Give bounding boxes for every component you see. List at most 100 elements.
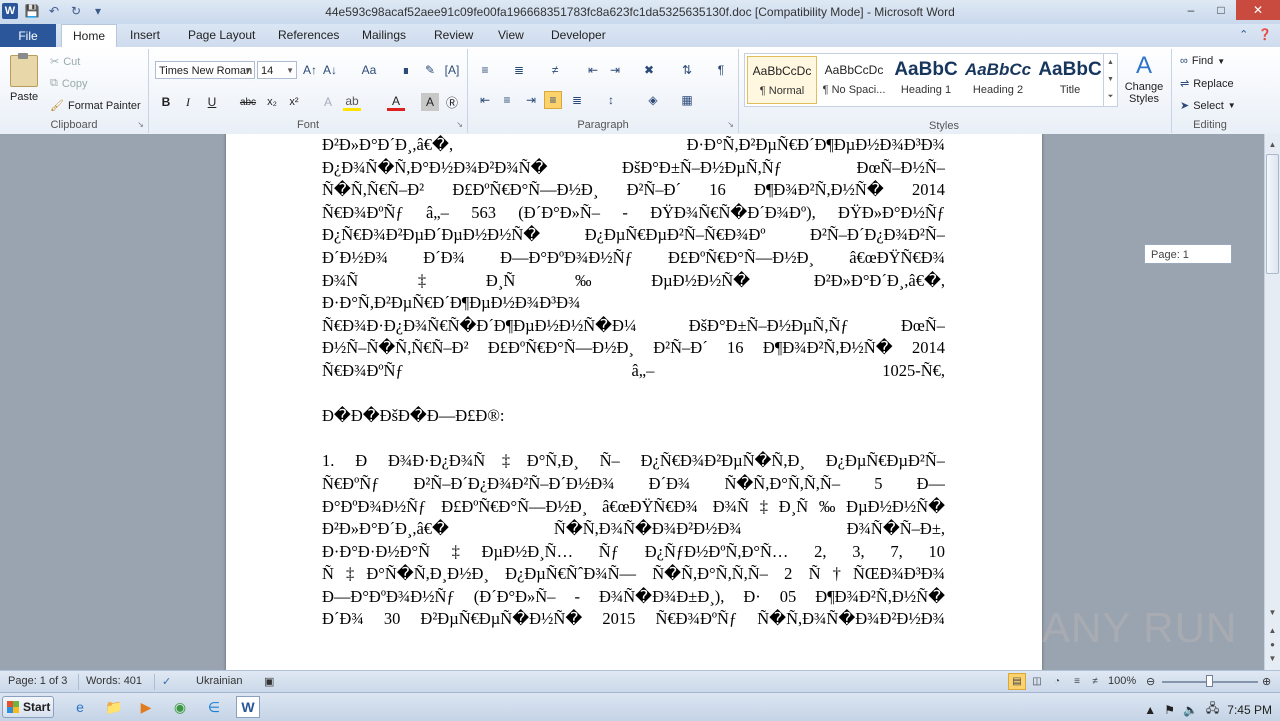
clear-formatting-icon[interactable]: ∎ — [397, 61, 415, 79]
tab-page-layout[interactable]: Page Layout — [188, 28, 255, 42]
style-heading-1[interactable]: AaBbC Heading 1 — [891, 56, 961, 104]
zoom-out-icon[interactable]: ⊖ — [1146, 675, 1155, 688]
full-screen-reading-icon[interactable]: ◫ — [1028, 673, 1046, 690]
explorer-folder-icon[interactable]: 📁 — [102, 696, 126, 718]
distributed-icon[interactable]: ≣ — [568, 91, 586, 109]
scroll-up-icon[interactable]: ▲ — [1107, 59, 1114, 66]
scroll-down-icon[interactable]: ▼ — [1265, 604, 1280, 620]
paragraph-launcher-icon[interactable]: ↘ — [727, 120, 734, 129]
show-hide-marks-icon[interactable]: ¶ — [712, 61, 730, 79]
align-right-icon[interactable]: ⇥ — [522, 91, 540, 109]
minimize-ribbon-icon[interactable]: ⌃ — [1239, 28, 1248, 41]
enclose-characters-icon[interactable]: Ⓡ — [443, 93, 461, 111]
shading-icon[interactable]: ◈ — [644, 91, 662, 109]
justify-icon[interactable]: ≡ — [544, 91, 562, 109]
increase-indent-icon[interactable]: ⇥ — [606, 61, 624, 79]
font-size-combo[interactable]: 14 ▼ — [257, 61, 297, 79]
character-shading-icon[interactable]: A — [421, 93, 439, 111]
language-indicator[interactable]: Ukrainian — [196, 675, 242, 687]
minimize-button[interactable]: – — [1176, 0, 1206, 20]
replace-button[interactable]: ⇌ Replace — [1180, 77, 1234, 91]
align-center-icon[interactable]: ≡ — [498, 91, 516, 109]
page-count[interactable]: Page: 1 of 3 — [8, 675, 67, 687]
character-border-icon[interactable]: [A] — [443, 61, 461, 79]
scroll-down-icon[interactable]: ▼ — [1107, 76, 1114, 83]
media-player-icon[interactable]: ▶ — [134, 696, 158, 718]
scrollbar-thumb[interactable] — [1266, 154, 1279, 274]
select-button[interactable]: ➤ Select ▼ — [1180, 99, 1236, 113]
change-styles-button[interactable]: A Change Styles — [1122, 51, 1166, 105]
format-painter-button[interactable]: 🖌 Format Painter — [50, 99, 141, 113]
font-name-combo[interactable]: Times New Roman ▼ — [155, 61, 255, 79]
tab-review[interactable]: Review — [434, 28, 473, 42]
highlight-icon[interactable]: ab — [343, 93, 361, 111]
paste-button[interactable]: Paste — [10, 91, 38, 103]
style-no-spacing[interactable]: AaBbCcDc ¶ No Spaci... — [819, 56, 889, 104]
style-normal[interactable]: AaBbCcDc ¶ Normal — [747, 56, 817, 104]
copy-button[interactable]: ⧉ Copy — [50, 77, 88, 90]
italic-icon[interactable]: I — [179, 93, 197, 111]
word-count[interactable]: Words: 401 — [86, 675, 142, 687]
tab-developer[interactable]: Developer — [551, 28, 606, 42]
vertical-scrollbar[interactable]: ▲ ▼ ▲ ● ▼ — [1264, 134, 1280, 670]
tab-mailings[interactable]: Mailings — [362, 28, 406, 42]
align-left-icon[interactable]: ⇤ — [476, 91, 494, 109]
word-taskbar-icon[interactable]: W — [236, 696, 260, 718]
multilevel-list-icon[interactable]: ≠ — [546, 61, 564, 79]
style-title[interactable]: AaBbC Title — [1035, 56, 1105, 104]
chrome-icon[interactable]: ◉ — [168, 696, 192, 718]
network-icon[interactable]: 🖧 — [1206, 699, 1219, 720]
next-page-icon[interactable]: ▼ — [1265, 650, 1280, 666]
web-layout-view-icon[interactable]: ◔ — [1048, 673, 1066, 690]
scroll-up-icon[interactable]: ▲ — [1265, 136, 1280, 152]
superscript-icon[interactable]: x² — [285, 93, 303, 111]
zoom-in-icon[interactable]: ⊕ — [1262, 675, 1271, 688]
volume-icon[interactable]: 🔈 — [1183, 703, 1198, 717]
help-icon[interactable]: ❓ — [1258, 28, 1272, 41]
font-launcher-icon[interactable]: ↘ — [456, 120, 463, 129]
borders-icon[interactable]: ▦ — [678, 91, 696, 109]
font-color-icon[interactable]: A — [387, 93, 405, 111]
proofing-icon[interactable]: ✓ — [162, 675, 171, 688]
clipboard-launcher-icon[interactable]: ↘ — [137, 120, 144, 129]
underline-icon[interactable]: U — [203, 93, 221, 111]
tab-home[interactable]: Home — [61, 24, 117, 47]
outline-view-icon[interactable]: ≡ — [1068, 673, 1086, 690]
strikethrough-icon[interactable]: abc — [239, 93, 257, 111]
document-page[interactable]: Ð²Ð»Ð°Ð´Ð¸,â€�, Ð·Ð°Ñ,Ð²ÐµÑ€Ð´Ð¶ÐµÐ½Ð¾Ð³… — [226, 134, 1042, 670]
tab-insert[interactable]: Insert — [130, 28, 160, 42]
subscript-icon[interactable]: x₂ — [263, 93, 281, 111]
find-button[interactable]: ∞ Find ▼ — [1180, 55, 1225, 67]
styles-scroll[interactable]: ▲ ▼ ⏷ — [1103, 54, 1117, 106]
more-styles-icon[interactable]: ⏷ — [1108, 93, 1114, 101]
numbering-icon[interactable]: ≣ — [510, 61, 528, 79]
bullets-icon[interactable]: ≡ — [476, 61, 494, 79]
print-layout-view-icon[interactable]: ▤ — [1008, 673, 1026, 690]
zoom-level[interactable]: 100% — [1108, 675, 1136, 687]
maximize-button[interactable]: □ — [1206, 0, 1236, 20]
macro-record-icon[interactable]: ▣ — [264, 675, 274, 688]
text-effects-icon[interactable]: A — [319, 93, 337, 111]
ie-icon[interactable]: e — [68, 696, 92, 718]
shrink-font-icon[interactable]: A↓ — [321, 61, 339, 79]
tab-references[interactable]: References — [278, 28, 339, 42]
change-case-icon[interactable]: Aa — [357, 61, 381, 79]
grow-font-icon[interactable]: A↑ — [301, 61, 319, 79]
edge-icon[interactable]: ∈ — [202, 696, 226, 718]
document-area[interactable]: Ð²Ð»Ð°Ð´Ð¸,â€�, Ð·Ð°Ñ,Ð²ÐµÑ€Ð´Ð¶ÐµÐ½Ð¾Ð³… — [0, 134, 1264, 670]
tab-view[interactable]: View — [498, 28, 524, 42]
flag-icon[interactable]: ⚑ — [1164, 703, 1175, 717]
cut-button[interactable]: ✂ Cut — [50, 55, 80, 69]
sort-icon[interactable]: ⇅ — [678, 61, 696, 79]
asian-layout-icon[interactable]: ✖ — [640, 61, 658, 79]
close-button[interactable]: ✕ — [1236, 0, 1280, 20]
start-button[interactable]: Start — [2, 696, 54, 718]
paste-icon[interactable] — [10, 53, 38, 87]
tray-expand-icon[interactable]: ▲ — [1144, 703, 1156, 717]
decrease-indent-icon[interactable]: ⇤ — [584, 61, 602, 79]
line-spacing-icon[interactable]: ↕ — [602, 91, 620, 109]
draft-view-icon[interactable]: ≠ — [1086, 673, 1104, 690]
tab-file[interactable]: File — [0, 24, 56, 47]
document-body[interactable]: Ð²Ð»Ð°Ð´Ð¸,â€�, Ð·Ð°Ñ,Ð²ÐµÑ€Ð´Ð¶ÐµÐ½Ð¾Ð³… — [322, 134, 945, 631]
zoom-slider-thumb[interactable] — [1206, 675, 1213, 687]
